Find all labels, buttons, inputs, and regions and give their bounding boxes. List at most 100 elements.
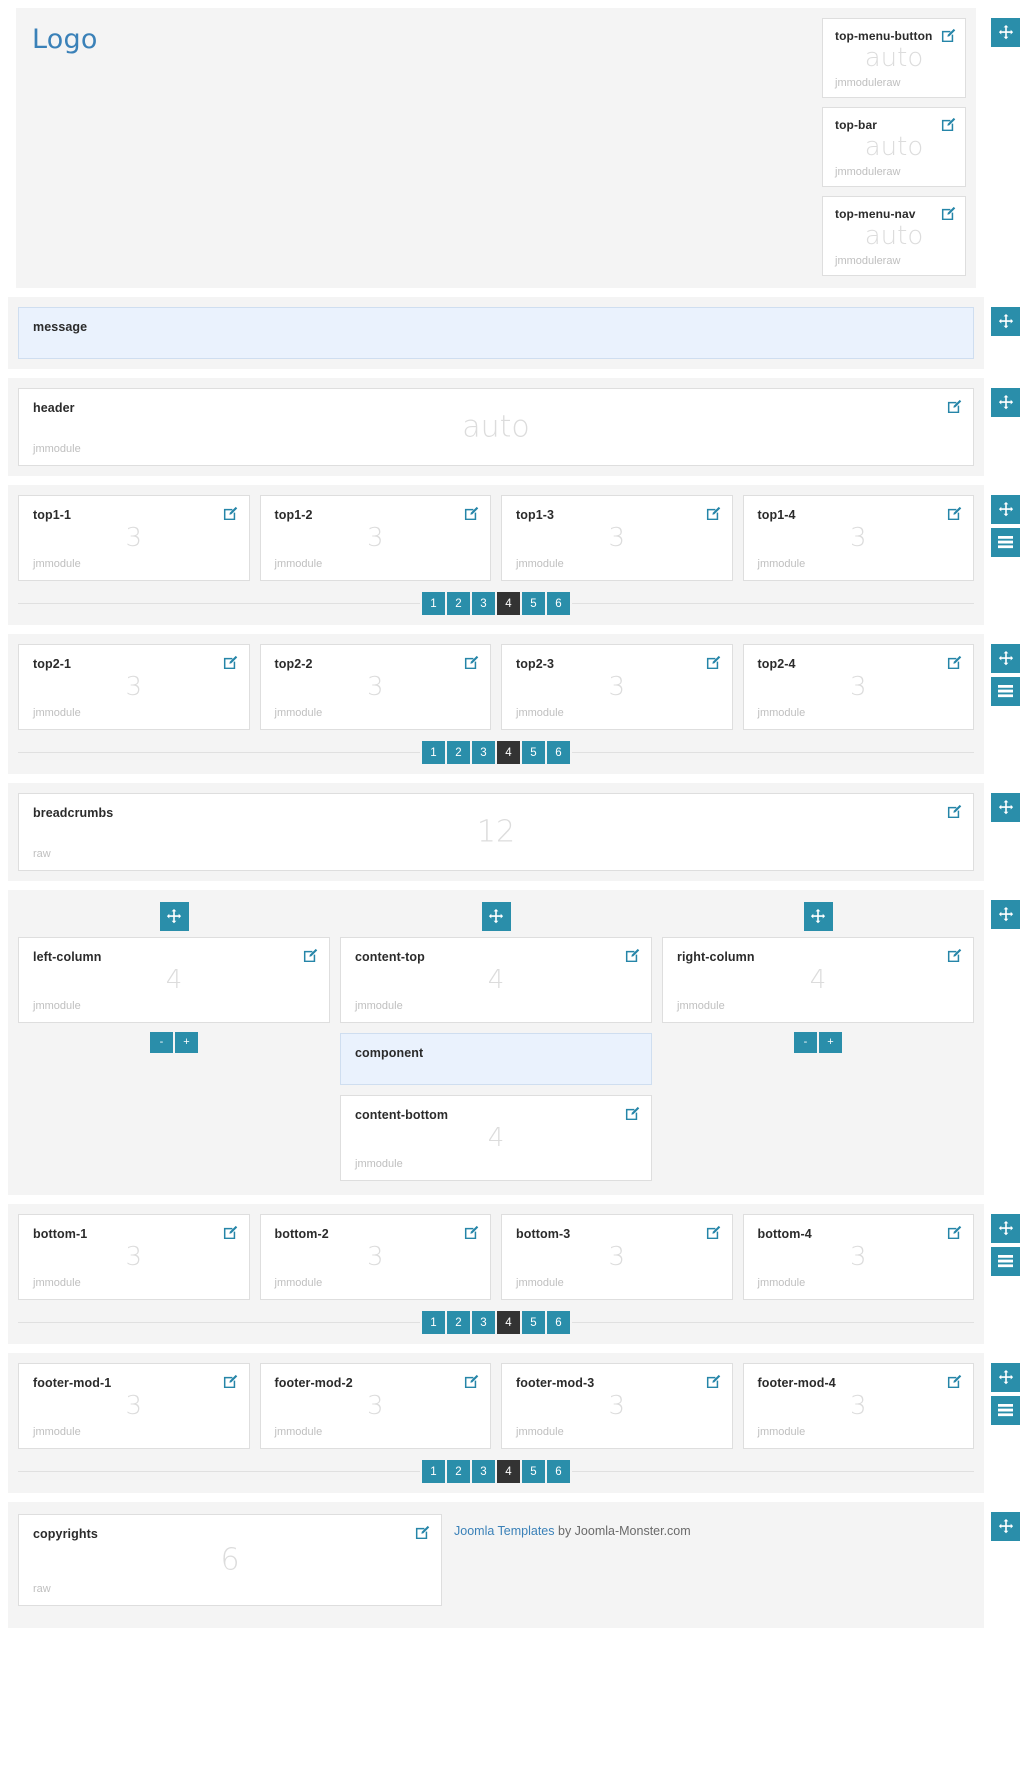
pager-page-6[interactable]: 6	[547, 592, 570, 615]
pager-page-5[interactable]: 5	[522, 1460, 545, 1483]
edit-icon[interactable]	[706, 506, 721, 521]
module-top1-3[interactable]: top1-3 3 jmmodule	[501, 495, 733, 581]
pager-page-2[interactable]: 2	[447, 592, 470, 615]
module-bottom-2[interactable]: bottom-2 3 jmmodule	[260, 1214, 492, 1300]
pager-page-6[interactable]: 6	[547, 1460, 570, 1483]
module-header[interactable]: header auto jmmodule	[18, 388, 974, 466]
module-top2-3[interactable]: top2-3 3 jmmodule	[501, 644, 733, 730]
edit-icon[interactable]	[947, 1374, 962, 1389]
increase-width-button[interactable]: +	[819, 1032, 842, 1053]
pager-page-1[interactable]: 1	[422, 1311, 445, 1334]
pager-page-4[interactable]: 4	[497, 1460, 520, 1483]
pager-page-1[interactable]: 1	[422, 1460, 445, 1483]
pager-page-5[interactable]: 5	[522, 741, 545, 764]
edit-icon[interactable]	[706, 1374, 721, 1389]
module-breadcrumbs[interactable]: breadcrumbs 12 raw	[18, 793, 974, 871]
module-top-menu-button[interactable]: top-menu-button auto jmmoduleraw	[822, 18, 966, 98]
joomla-templates-link[interactable]: Joomla Templates	[454, 1524, 555, 1538]
module-bottom-4[interactable]: bottom-4 3 jmmodule	[743, 1214, 975, 1300]
move-handle-icon[interactable]	[991, 18, 1020, 47]
edit-icon[interactable]	[947, 399, 962, 414]
module-bottom-3[interactable]: bottom-3 3 jmmodule	[501, 1214, 733, 1300]
pager-page-5[interactable]: 5	[522, 592, 545, 615]
module-footer-mod-2[interactable]: footer-mod-2 3 jmmodule	[260, 1363, 492, 1449]
edit-icon[interactable]	[464, 1225, 479, 1240]
module-top1-4[interactable]: top1-4 3 jmmodule	[743, 495, 975, 581]
edit-icon[interactable]	[947, 506, 962, 521]
module-bottom-1[interactable]: bottom-1 3 jmmodule	[18, 1214, 250, 1300]
module-content-bottom[interactable]: content-bottom 4 jmmodule	[340, 1095, 652, 1181]
module-top-bar[interactable]: top-bar auto jmmoduleraw	[822, 107, 966, 187]
edit-icon[interactable]	[415, 1525, 430, 1540]
move-handle-icon[interactable]	[804, 902, 833, 931]
pager-page-6[interactable]: 6	[547, 741, 570, 764]
pager-page-2[interactable]: 2	[447, 1311, 470, 1334]
pager-page-4[interactable]: 4	[497, 592, 520, 615]
edit-icon[interactable]	[223, 1374, 238, 1389]
edit-icon[interactable]	[464, 655, 479, 670]
edit-icon[interactable]	[706, 1225, 721, 1240]
module-footer-mod-3[interactable]: footer-mod-3 3 jmmodule	[501, 1363, 733, 1449]
edit-icon[interactable]	[947, 948, 962, 963]
pager-page-3[interactable]: 3	[472, 741, 495, 764]
edit-icon[interactable]	[706, 655, 721, 670]
edit-icon[interactable]	[941, 117, 956, 132]
module-component[interactable]: component	[340, 1033, 652, 1085]
module-top2-1[interactable]: top2-1 3 jmmodule	[18, 644, 250, 730]
module-content-top[interactable]: content-top 4 jmmodule	[340, 937, 652, 1023]
edit-icon[interactable]	[947, 655, 962, 670]
decrease-width-button[interactable]: -	[794, 1032, 817, 1053]
edit-icon[interactable]	[464, 1374, 479, 1389]
module-top-menu-nav[interactable]: top-menu-nav auto jmmoduleraw	[822, 196, 966, 276]
edit-icon[interactable]	[947, 804, 962, 819]
module-footer-mod-4[interactable]: footer-mod-4 3 jmmodule	[743, 1363, 975, 1449]
module-copyrights[interactable]: copyrights 6 raw	[18, 1514, 442, 1606]
pager-page-1[interactable]: 1	[422, 592, 445, 615]
edit-icon[interactable]	[625, 948, 640, 963]
edit-icon[interactable]	[303, 948, 318, 963]
module-footer-mod-1[interactable]: footer-mod-1 3 jmmodule	[18, 1363, 250, 1449]
decrease-width-button[interactable]: -	[150, 1032, 173, 1053]
move-handle-icon[interactable]	[991, 1363, 1020, 1392]
move-handle-icon[interactable]	[991, 644, 1020, 673]
pager-page-4[interactable]: 4	[497, 1311, 520, 1334]
module-right-column[interactable]: right-column 4 jmmodule	[662, 937, 974, 1023]
list-handle-icon[interactable]	[991, 677, 1020, 706]
pager-page-2[interactable]: 2	[447, 1460, 470, 1483]
pager-page-5[interactable]: 5	[522, 1311, 545, 1334]
move-handle-icon[interactable]	[991, 388, 1020, 417]
move-handle-icon[interactable]	[991, 900, 1020, 929]
module-left-column[interactable]: left-column 4 jmmodule	[18, 937, 330, 1023]
edit-icon[interactable]	[947, 1225, 962, 1240]
move-handle-icon[interactable]	[991, 307, 1020, 336]
module-top1-2[interactable]: top1-2 3 jmmodule	[260, 495, 492, 581]
move-handle-icon[interactable]	[482, 902, 511, 931]
edit-icon[interactable]	[223, 506, 238, 521]
pager-page-2[interactable]: 2	[447, 741, 470, 764]
list-handle-icon[interactable]	[991, 1247, 1020, 1276]
module-message[interactable]: message	[18, 307, 974, 359]
move-handle-icon[interactable]	[991, 793, 1020, 822]
move-handle-icon[interactable]	[991, 1214, 1020, 1243]
edit-icon[interactable]	[223, 655, 238, 670]
move-handle-icon[interactable]	[991, 495, 1020, 524]
move-handle-icon[interactable]	[991, 1512, 1020, 1541]
pager-page-4[interactable]: 4	[497, 741, 520, 764]
list-handle-icon[interactable]	[991, 528, 1020, 557]
edit-icon[interactable]	[941, 28, 956, 43]
pager-page-3[interactable]: 3	[472, 1311, 495, 1334]
pager-page-1[interactable]: 1	[422, 741, 445, 764]
list-handle-icon[interactable]	[991, 1396, 1020, 1425]
move-handle-icon[interactable]	[160, 902, 189, 931]
edit-icon[interactable]	[464, 506, 479, 521]
edit-icon[interactable]	[941, 206, 956, 221]
pager-page-3[interactable]: 3	[472, 1460, 495, 1483]
module-top2-4[interactable]: top2-4 3 jmmodule	[743, 644, 975, 730]
module-top1-1[interactable]: top1-1 3 jmmodule	[18, 495, 250, 581]
edit-icon[interactable]	[625, 1106, 640, 1121]
edit-icon[interactable]	[223, 1225, 238, 1240]
pager-page-6[interactable]: 6	[547, 1311, 570, 1334]
increase-width-button[interactable]: +	[175, 1032, 198, 1053]
module-top2-2[interactable]: top2-2 3 jmmodule	[260, 644, 492, 730]
pager-page-3[interactable]: 3	[472, 592, 495, 615]
